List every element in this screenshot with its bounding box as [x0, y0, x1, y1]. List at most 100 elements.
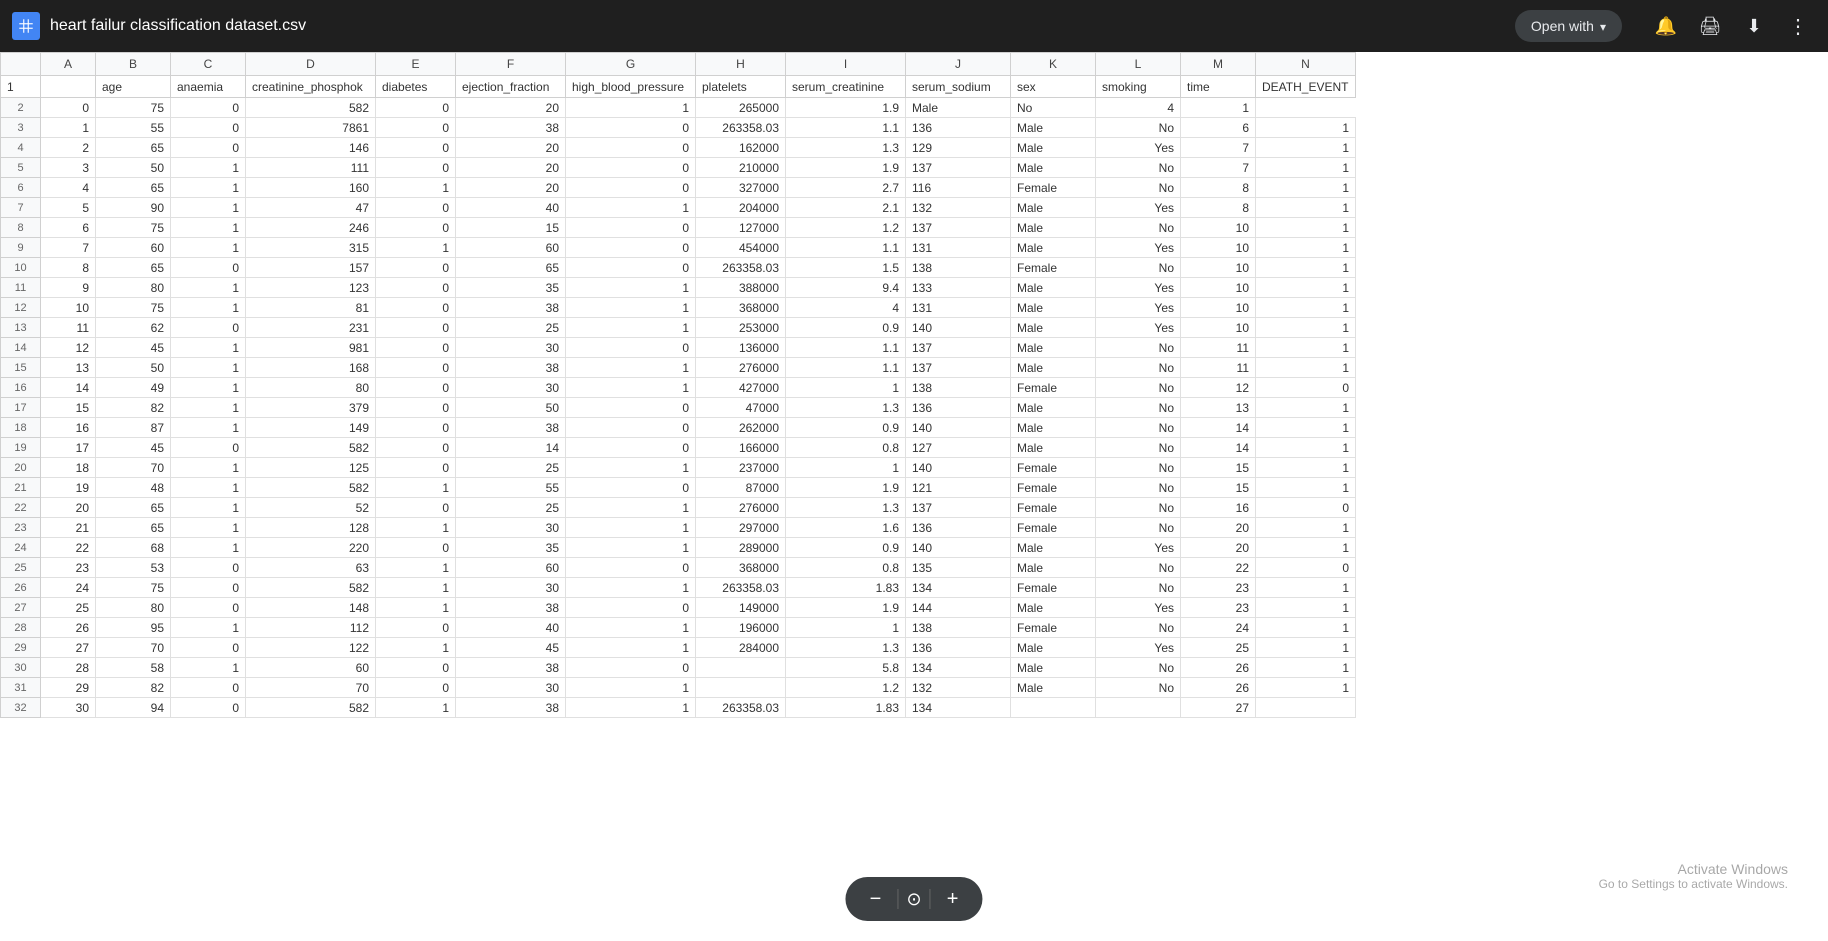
- col-header-d[interactable]: D: [246, 53, 376, 76]
- table-cell[interactable]: 138: [906, 258, 1011, 278]
- table-cell[interactable]: 3: [41, 158, 96, 178]
- table-cell[interactable]: 1.1: [786, 338, 906, 358]
- table-cell[interactable]: 38: [456, 118, 566, 138]
- table-cell[interactable]: 0: [566, 478, 696, 498]
- table-cell[interactable]: 1: [1256, 638, 1356, 658]
- table-cell[interactable]: 1: [566, 698, 696, 718]
- table-cell[interactable]: 15: [1181, 458, 1256, 478]
- table-cell[interactable]: 22: [41, 538, 96, 558]
- table-cell[interactable]: 0: [171, 598, 246, 618]
- table-cell[interactable]: 131: [906, 298, 1011, 318]
- table-cell[interactable]: 53: [96, 558, 171, 578]
- table-cell[interactable]: 65: [96, 498, 171, 518]
- table-cell[interactable]: 0.9: [786, 538, 906, 558]
- table-cell[interactable]: 1: [1256, 458, 1356, 478]
- table-cell[interactable]: 14: [1181, 438, 1256, 458]
- table-cell[interactable]: 168: [246, 358, 376, 378]
- col-header-b[interactable]: B: [96, 53, 171, 76]
- table-cell[interactable]: 1: [1256, 438, 1356, 458]
- table-cell[interactable]: [696, 678, 786, 698]
- table-cell[interactable]: 0: [566, 258, 696, 278]
- table-cell[interactable]: 379: [246, 398, 376, 418]
- table-cell[interactable]: 75: [96, 218, 171, 238]
- table-cell[interactable]: 276000: [696, 498, 786, 518]
- table-cell[interactable]: 1: [1256, 678, 1356, 698]
- table-cell[interactable]: 10: [1181, 298, 1256, 318]
- table-cell[interactable]: 136: [906, 638, 1011, 658]
- table-cell[interactable]: 30: [456, 518, 566, 538]
- table-cell[interactable]: 70: [96, 458, 171, 478]
- table-cell[interactable]: 1.6: [786, 518, 906, 538]
- table-cell[interactable]: 148: [246, 598, 376, 618]
- table-cell[interactable]: Female: [1011, 258, 1096, 278]
- table-cell[interactable]: 25: [1181, 638, 1256, 658]
- table-cell[interactable]: Yes: [1096, 138, 1181, 158]
- table-cell[interactable]: 0: [566, 238, 696, 258]
- table-cell[interactable]: 20: [456, 158, 566, 178]
- table-cell[interactable]: 1: [171, 418, 246, 438]
- col-header-n[interactable]: N: [1256, 53, 1356, 76]
- table-cell[interactable]: 12: [1181, 378, 1256, 398]
- table-cell[interactable]: Female: [1011, 578, 1096, 598]
- table-cell[interactable]: No: [1096, 358, 1181, 378]
- table-cell[interactable]: 0: [171, 258, 246, 278]
- table-cell[interactable]: 0: [566, 658, 696, 678]
- table-cell[interactable]: 0: [376, 278, 456, 298]
- table-cell[interactable]: No: [1096, 398, 1181, 418]
- table-cell[interactable]: 0: [566, 398, 696, 418]
- table-cell[interactable]: 0: [566, 418, 696, 438]
- col-header-e[interactable]: E: [376, 53, 456, 76]
- table-cell[interactable]: No: [1096, 558, 1181, 578]
- table-cell[interactable]: 87000: [696, 478, 786, 498]
- table-cell[interactable]: 55: [96, 118, 171, 138]
- table-cell[interactable]: 140: [906, 538, 1011, 558]
- table-cell[interactable]: 0: [1256, 498, 1356, 518]
- table-cell[interactable]: Female: [1011, 518, 1096, 538]
- table-cell[interactable]: 132: [906, 678, 1011, 698]
- table-cell[interactable]: 0: [376, 538, 456, 558]
- table-cell[interactable]: 1: [171, 618, 246, 638]
- table-cell[interactable]: 25: [41, 598, 96, 618]
- table-cell[interactable]: No: [1096, 438, 1181, 458]
- table-cell[interactable]: 127000: [696, 218, 786, 238]
- table-cell[interactable]: 1: [41, 118, 96, 138]
- table-cell[interactable]: 50: [96, 358, 171, 378]
- table-cell[interactable]: No: [1096, 518, 1181, 538]
- col-header-k[interactable]: K: [1011, 53, 1096, 76]
- table-cell[interactable]: 1: [566, 638, 696, 658]
- table-cell[interactable]: 162000: [696, 138, 786, 158]
- table-cell[interactable]: 22: [1181, 558, 1256, 578]
- notifications-button[interactable]: 🔔: [1648, 8, 1684, 44]
- table-cell[interactable]: Male: [1011, 318, 1096, 338]
- table-cell[interactable]: 0: [1256, 378, 1356, 398]
- table-cell[interactable]: [1096, 698, 1181, 718]
- table-cell[interactable]: 38: [456, 658, 566, 678]
- table-cell[interactable]: 15: [456, 218, 566, 238]
- table-cell[interactable]: 1: [566, 518, 696, 538]
- table-cell[interactable]: 368000: [696, 558, 786, 578]
- table-cell[interactable]: 0.9: [786, 418, 906, 438]
- table-cell[interactable]: [696, 658, 786, 678]
- table-cell[interactable]: 1: [1256, 198, 1356, 218]
- table-cell[interactable]: 125: [246, 458, 376, 478]
- table-cell[interactable]: Male: [1011, 538, 1096, 558]
- table-cell[interactable]: 0: [566, 218, 696, 238]
- table-cell[interactable]: 80: [96, 598, 171, 618]
- table-cell[interactable]: Female: [1011, 478, 1096, 498]
- table-cell[interactable]: 0: [171, 578, 246, 598]
- more-options-button[interactable]: ⋮: [1780, 8, 1816, 44]
- table-cell[interactable]: 90: [96, 198, 171, 218]
- table-cell[interactable]: 582: [246, 698, 376, 718]
- open-with-button[interactable]: Open with: [1515, 10, 1622, 42]
- table-cell[interactable]: 1.1: [786, 118, 906, 138]
- table-cell[interactable]: 1: [1181, 98, 1256, 118]
- table-cell[interactable]: 144: [906, 598, 1011, 618]
- table-cell[interactable]: 20: [41, 498, 96, 518]
- table-cell[interactable]: Female: [1011, 178, 1096, 198]
- table-cell[interactable]: 0: [376, 618, 456, 638]
- table-cell[interactable]: 24: [1181, 618, 1256, 638]
- table-cell[interactable]: 35: [456, 278, 566, 298]
- table-cell[interactable]: 30: [41, 698, 96, 718]
- table-cell[interactable]: 134: [906, 698, 1011, 718]
- table-cell[interactable]: 21: [41, 518, 96, 538]
